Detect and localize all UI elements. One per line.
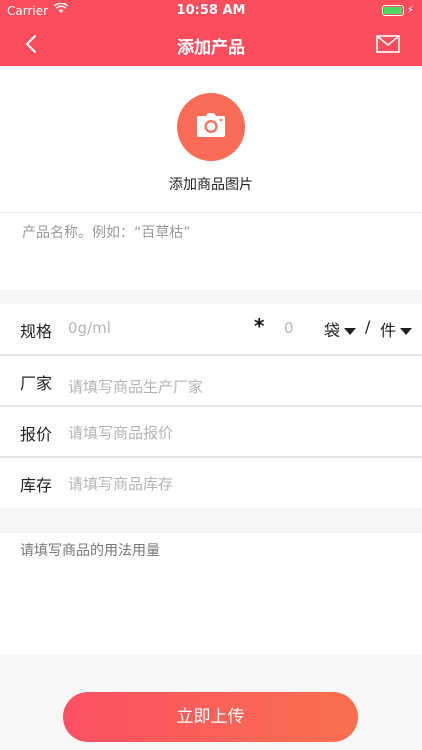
product-name-placeholder: 产品名称。例如：“百草枯”: [22, 225, 191, 241]
usage-field[interactable]: 请填写商品的用法用量: [0, 533, 422, 655]
manufacturer-label: 厂家: [20, 374, 53, 393]
unit-2-value: 件: [380, 321, 397, 340]
caret-down-icon: [400, 328, 413, 335]
price-input[interactable]: 请填写商品报价: [68, 422, 173, 443]
add-photo-button[interactable]: [177, 93, 245, 161]
status-bar: Carrier 10:58 AM ⚡: [0, 0, 422, 22]
usage-placeholder: 请填写商品的用法用量: [20, 543, 160, 559]
unit-1-dropdown[interactable]: 袋: [324, 317, 357, 341]
camera-icon: [197, 113, 225, 137]
spec-label: 规格: [20, 322, 53, 341]
caret-down-icon: [344, 328, 357, 335]
manufacturer-input[interactable]: 请填写商品生产厂家: [68, 376, 203, 397]
upload-button[interactable]: 立即上传: [63, 692, 358, 742]
status-time: 10:58 AM: [176, 3, 246, 18]
mail-icon: [376, 35, 400, 53]
unit-separator: /: [365, 317, 371, 336]
manufacturer-row: 厂家 请填写商品生产厂家: [0, 356, 422, 406]
battery-icon: ⚡: [381, 5, 414, 16]
bottom-bar: 立即上传: [0, 655, 422, 750]
add-photo-label: 添加商品图片: [169, 177, 253, 193]
nav-bar: 添加产品: [0, 22, 422, 66]
spec-row: 规格 0g/ml * 0 袋 / 件: [0, 304, 422, 354]
stock-row: 库存 请填写商品库存: [0, 458, 422, 508]
multiply-star: *: [254, 314, 265, 338]
product-name-field[interactable]: 产品名称。例如：“百草枯”: [0, 212, 422, 290]
price-label: 报价: [20, 425, 53, 444]
unit-1-value: 袋: [324, 321, 341, 340]
price-row: 报价 请填写商品报价: [0, 407, 422, 457]
page-title: 添加产品: [177, 38, 245, 58]
mail-button[interactable]: [376, 34, 400, 54]
quantity-input[interactable]: 0: [284, 319, 294, 337]
photo-section: 添加商品图片: [0, 66, 422, 212]
unit-2-dropdown[interactable]: 件: [380, 317, 413, 341]
stock-label: 库存: [20, 476, 53, 495]
spec-input[interactable]: 0g/ml: [68, 319, 111, 337]
stock-input[interactable]: 请填写商品库存: [68, 473, 173, 494]
